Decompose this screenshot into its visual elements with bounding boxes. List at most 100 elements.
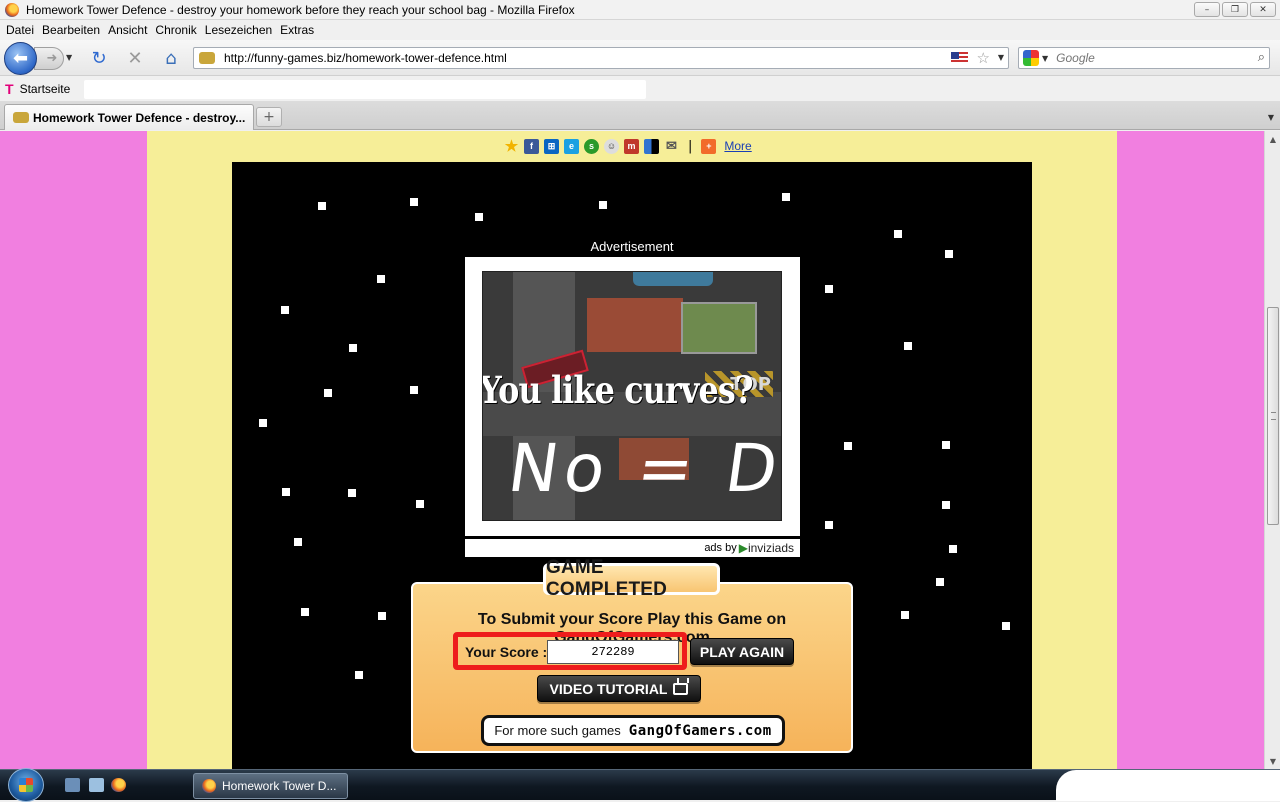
firefox-icon: [202, 779, 216, 793]
site-favicon: [199, 52, 215, 64]
scroll-down-arrow-icon[interactable]: ▼: [1265, 753, 1280, 769]
page-viewport: ★ f ⊞ e s ☺ m ✉ | + More Advertisement T…: [0, 131, 1264, 769]
history-dropdown-icon[interactable]: ▼: [66, 53, 72, 62]
google-engine-icon[interactable]: [1023, 50, 1039, 66]
back-button[interactable]: ⬅: [4, 42, 37, 75]
scrollbar-thumb[interactable]: [1267, 307, 1279, 525]
star-dot: [318, 202, 326, 210]
reddit-icon[interactable]: ☺: [604, 138, 619, 154]
delicious-icon[interactable]: [644, 138, 659, 154]
tab-label: Homework Tower Defence - destroy...: [33, 110, 246, 125]
star-dot: [599, 201, 607, 209]
star-dot: [825, 521, 833, 529]
star-dot: [894, 230, 902, 238]
taskbar-item-firefox[interactable]: Homework Tower D...: [193, 773, 348, 799]
taskbar-item-label: Homework Tower D...: [222, 779, 337, 793]
menu-chronik[interactable]: Chronik: [151, 23, 200, 37]
favorite-star-icon[interactable]: ★: [504, 138, 519, 155]
menu-bar: Datei Bearbeiten Ansicht Chronik Lesezei…: [0, 20, 1280, 40]
ad-building-roof: [587, 298, 683, 352]
video-tutorial-label: VIDEO TUTORIAL: [549, 680, 668, 697]
share-more-link[interactable]: More: [724, 139, 751, 153]
start-button[interactable]: [8, 768, 44, 802]
scroll-up-arrow-icon[interactable]: ▲: [1265, 131, 1280, 147]
search-icon[interactable]: ⌕: [1258, 50, 1265, 65]
windows-logo-icon: [19, 778, 33, 792]
tab-homework-tower-defence[interactable]: Homework Tower Defence - destroy...: [4, 104, 254, 130]
facebook-icon[interactable]: f: [524, 138, 539, 154]
url-dropdown-icon[interactable]: ▼: [998, 53, 1004, 62]
score-label: Your Score :: [465, 644, 548, 660]
inviziads-logo: ▶inviziads: [738, 541, 794, 555]
star-dot: [294, 538, 302, 546]
tab-list-icon[interactable]: ▼: [1264, 107, 1278, 127]
url-bar[interactable]: ☆ ▼: [193, 47, 1009, 69]
tv-icon: [673, 682, 689, 695]
stumbleupon-icon[interactable]: s: [584, 138, 599, 154]
star-dot: [782, 193, 790, 201]
email-icon[interactable]: ✉: [664, 138, 679, 154]
new-tab-button[interactable]: +: [256, 107, 282, 127]
star-dot: [1002, 622, 1010, 630]
menu-lesezeichen[interactable]: Lesezeichen: [201, 23, 276, 37]
star-dot: [377, 275, 385, 283]
windows-live-icon[interactable]: ⊞: [544, 138, 559, 154]
star-dot: [259, 419, 267, 427]
video-tutorial-button[interactable]: VIDEO TUTORIAL: [537, 675, 701, 702]
forward-button[interactable]: ➜: [34, 47, 64, 70]
redacted-bookmarks: [84, 80, 646, 99]
search-input[interactable]: [1056, 51, 1247, 65]
stop-icon[interactable]: ✕: [124, 48, 146, 69]
close-button[interactable]: ✕: [1250, 2, 1276, 17]
engine-dropdown-icon[interactable]: ▼: [1042, 54, 1048, 63]
game-canvas[interactable]: Advertisement TOP You like curves? No = …: [232, 162, 1032, 769]
ads-by-prefix: ads by: [704, 542, 737, 554]
more-games-button[interactable]: For more such games GangOfGamers.com: [481, 715, 785, 746]
firefox-quicklaunch-icon[interactable]: [111, 778, 126, 792]
menu-datei[interactable]: Datei: [2, 23, 38, 37]
ad-garden-yard: [681, 302, 757, 354]
myspace-icon[interactable]: m: [624, 138, 639, 154]
title-bar: Homework Tower Defence - destroy your ho…: [0, 0, 1280, 20]
home-icon[interactable]: ⌂: [160, 48, 182, 69]
ad-pool: [633, 272, 713, 286]
ad-frame[interactable]: TOP You like curves? No = D: [465, 257, 800, 536]
ad-handwritten-text: No = D: [503, 430, 782, 507]
play-again-button[interactable]: PLAY AGAIN: [690, 638, 794, 665]
star-dot: [281, 306, 289, 314]
star-dot: [410, 386, 418, 394]
minimize-button[interactable]: –: [1194, 2, 1220, 17]
bookmark-star-icon[interactable]: ☆: [977, 49, 990, 67]
star-dot: [324, 389, 332, 397]
inviziads-brand: inviziads: [747, 541, 794, 555]
advertisement-label: Advertisement: [590, 239, 674, 254]
share-bar: ★ f ⊞ e s ☺ m ✉ | + More: [504, 137, 752, 155]
score-field: 272289: [547, 640, 679, 664]
star-dot: [904, 342, 912, 350]
ads-by-bar[interactable]: ads by ▶inviziads: [465, 539, 800, 557]
star-dot: [349, 344, 357, 352]
search-bar[interactable]: ▼ ⌕: [1018, 47, 1270, 69]
star-dot: [348, 489, 356, 497]
ad-headline: You like curves?: [482, 368, 754, 412]
us-flag-icon: [951, 52, 968, 64]
star-dot: [942, 441, 950, 449]
star-dot: [949, 545, 957, 553]
url-input[interactable]: [224, 51, 924, 65]
vertical-scrollbar[interactable]: ▲ ▼: [1264, 131, 1280, 769]
bebo-icon[interactable]: e: [564, 138, 579, 154]
menu-ansicht[interactable]: Ansicht: [104, 23, 151, 37]
star-dot: [410, 198, 418, 206]
star-dot: [355, 671, 363, 679]
reload-icon[interactable]: ↻: [88, 48, 110, 69]
switch-windows-icon[interactable]: [89, 778, 104, 792]
menu-bearbeiten[interactable]: Bearbeiten: [38, 23, 104, 37]
maximize-button[interactable]: ❐: [1222, 2, 1248, 17]
bookmark-startseite[interactable]: Startseite: [20, 82, 71, 96]
window-controls: – ❐ ✕: [1194, 2, 1276, 17]
addthis-plus-icon[interactable]: +: [701, 138, 717, 154]
star-dot: [301, 608, 309, 616]
ad-image[interactable]: TOP You like curves? No = D: [482, 271, 782, 521]
show-desktop-icon[interactable]: [65, 778, 80, 792]
menu-extras[interactable]: Extras: [276, 23, 318, 37]
